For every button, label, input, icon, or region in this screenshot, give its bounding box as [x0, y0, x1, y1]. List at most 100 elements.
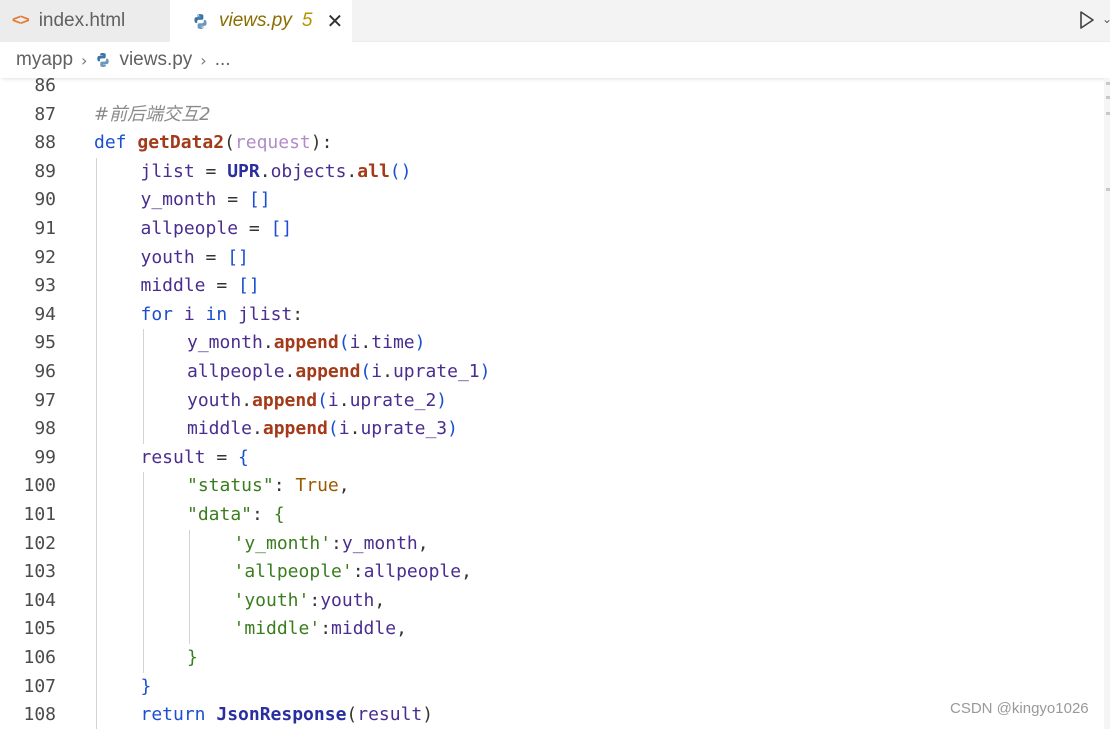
code-line[interactable]: def getData2(request):	[94, 129, 332, 157]
code-line[interactable]: }	[187, 644, 198, 672]
code-line[interactable]: youth = []	[141, 244, 249, 272]
code-token: i	[349, 332, 361, 354]
code-line[interactable]: for i in jlist:	[141, 301, 304, 329]
code-token: request	[234, 132, 311, 154]
code-token: .	[349, 418, 361, 440]
line-number: 91	[34, 218, 56, 239]
code-line[interactable]: middle = []	[141, 272, 260, 300]
code-token: .	[262, 332, 274, 354]
tab-label: views.py	[219, 10, 292, 31]
code-line[interactable]: return JsonResponse(result)	[141, 701, 434, 729]
chevron-right-icon: ›	[81, 50, 88, 70]
code-token: :	[352, 561, 364, 583]
overview-ruler-mark	[1106, 82, 1110, 85]
line-number: 98	[34, 418, 56, 440]
code-line[interactable]: result = {	[141, 444, 249, 472]
code-token: UPR	[227, 160, 260, 182]
line-number: 97	[34, 389, 56, 411]
code-token: ()	[389, 160, 412, 182]
code-line[interactable]: 'allpeople':allpeople,	[234, 558, 472, 586]
code-token: ,	[374, 589, 386, 611]
code-editor[interactable]: 86 87 #前后端交互2 88 def getData2(request): 89 jli…	[0, 72, 1106, 729]
code-token: append	[295, 361, 361, 382]
code-line[interactable]: jlist = UPR.objects.all()	[141, 158, 412, 186]
indent-guide	[96, 615, 97, 644]
code-token: y_month	[187, 332, 263, 354]
indent-guide	[96, 272, 97, 301]
code-token: objects	[270, 160, 347, 182]
python-icon	[95, 52, 111, 68]
code-token: (	[317, 389, 328, 411]
code-line[interactable]: allpeople.append(i.uprate_1)	[187, 358, 491, 386]
tab-bar: <> index.html views.py 5 ✕ ⌄	[0, 0, 1110, 42]
code-line[interactable]: 'y_month':y_month,	[234, 530, 429, 558]
code-line[interactable]: 'middle':middle,	[234, 615, 407, 643]
code-token: append	[273, 332, 339, 354]
code-line[interactable]: "data": {	[187, 501, 285, 529]
code-token: getData2	[137, 132, 225, 154]
code-token: append	[262, 418, 328, 440]
code-token: .	[252, 418, 263, 440]
code-token: .	[241, 389, 253, 411]
vertical-scrollbar[interactable]	[1104, 78, 1110, 729]
code-token: i	[371, 361, 383, 382]
line-number: 94	[34, 303, 56, 325]
code-token: ,	[417, 532, 429, 554]
code-token: :	[273, 475, 296, 497]
code-token: youth	[320, 589, 375, 611]
code-line[interactable]: }	[141, 673, 152, 701]
code-token: jlist	[140, 160, 195, 182]
chevron-down-icon[interactable]: ⌄	[1102, 12, 1110, 26]
code-line[interactable]: 'youth':youth,	[234, 587, 386, 615]
breadcrumb-trail[interactable]: ...	[215, 49, 231, 71]
code-token: =	[238, 218, 271, 239]
indent-guide	[142, 501, 144, 530]
code-token: i	[327, 389, 339, 411]
code-line[interactable]: "status": True,	[187, 472, 350, 500]
code-token: :	[309, 589, 321, 611]
code-token: {	[238, 446, 249, 468]
code-token: uprate_2	[349, 389, 437, 411]
breadcrumb-folder[interactable]: myapp	[16, 49, 73, 71]
line-number: 100	[23, 475, 56, 497]
indent-guide	[96, 558, 97, 587]
code-token: =	[194, 160, 228, 182]
code-line[interactable]: youth.append(i.uprate_2)	[187, 387, 447, 415]
tab-views-py[interactable]: views.py 5 ✕	[170, 0, 352, 42]
line-number: 103	[23, 561, 56, 583]
code-line[interactable]: y_month.append(i.time)	[187, 329, 425, 357]
code-token: .	[284, 361, 296, 382]
code-token: return	[140, 704, 217, 726]
code-token: .	[346, 160, 358, 182]
code-token: 'allpeople'	[233, 561, 353, 583]
indent-guide	[96, 157, 97, 187]
indent-guide	[142, 586, 144, 616]
line-number: 88	[34, 132, 56, 154]
code-token: allpeople	[140, 218, 239, 239]
code-line[interactable]: allpeople = []	[141, 215, 293, 243]
indent-guide	[142, 358, 144, 387]
code-token: []	[270, 218, 293, 239]
tab-index-html[interactable]: <> index.html	[0, 0, 170, 41]
code-line[interactable]: y_month = []	[141, 186, 271, 214]
code-line[interactable]: #前后端交互2	[94, 101, 211, 129]
problems-count-badge: 5	[301, 10, 313, 31]
line-number: 92	[34, 246, 56, 268]
code-token: middle	[331, 618, 397, 640]
code-token: for	[140, 303, 184, 325]
code-token: ,	[396, 618, 407, 640]
code-token: i	[338, 418, 350, 440]
indent-guide	[96, 501, 97, 530]
overview-ruler-mark	[1106, 112, 1110, 115]
indent-guide	[96, 415, 97, 444]
run-icon[interactable]	[1078, 10, 1096, 34]
code-token: (	[327, 418, 339, 440]
indent-guide	[96, 386, 97, 416]
code-line[interactable]: middle.append(i.uprate_3)	[187, 415, 458, 443]
line-number: 99	[34, 446, 56, 468]
code-token: }	[140, 675, 152, 697]
close-icon[interactable]: ✕	[326, 9, 343, 34]
code-token: result	[140, 446, 206, 468]
line-number: 107	[23, 675, 56, 697]
breadcrumb-file[interactable]: views.py	[119, 49, 192, 71]
